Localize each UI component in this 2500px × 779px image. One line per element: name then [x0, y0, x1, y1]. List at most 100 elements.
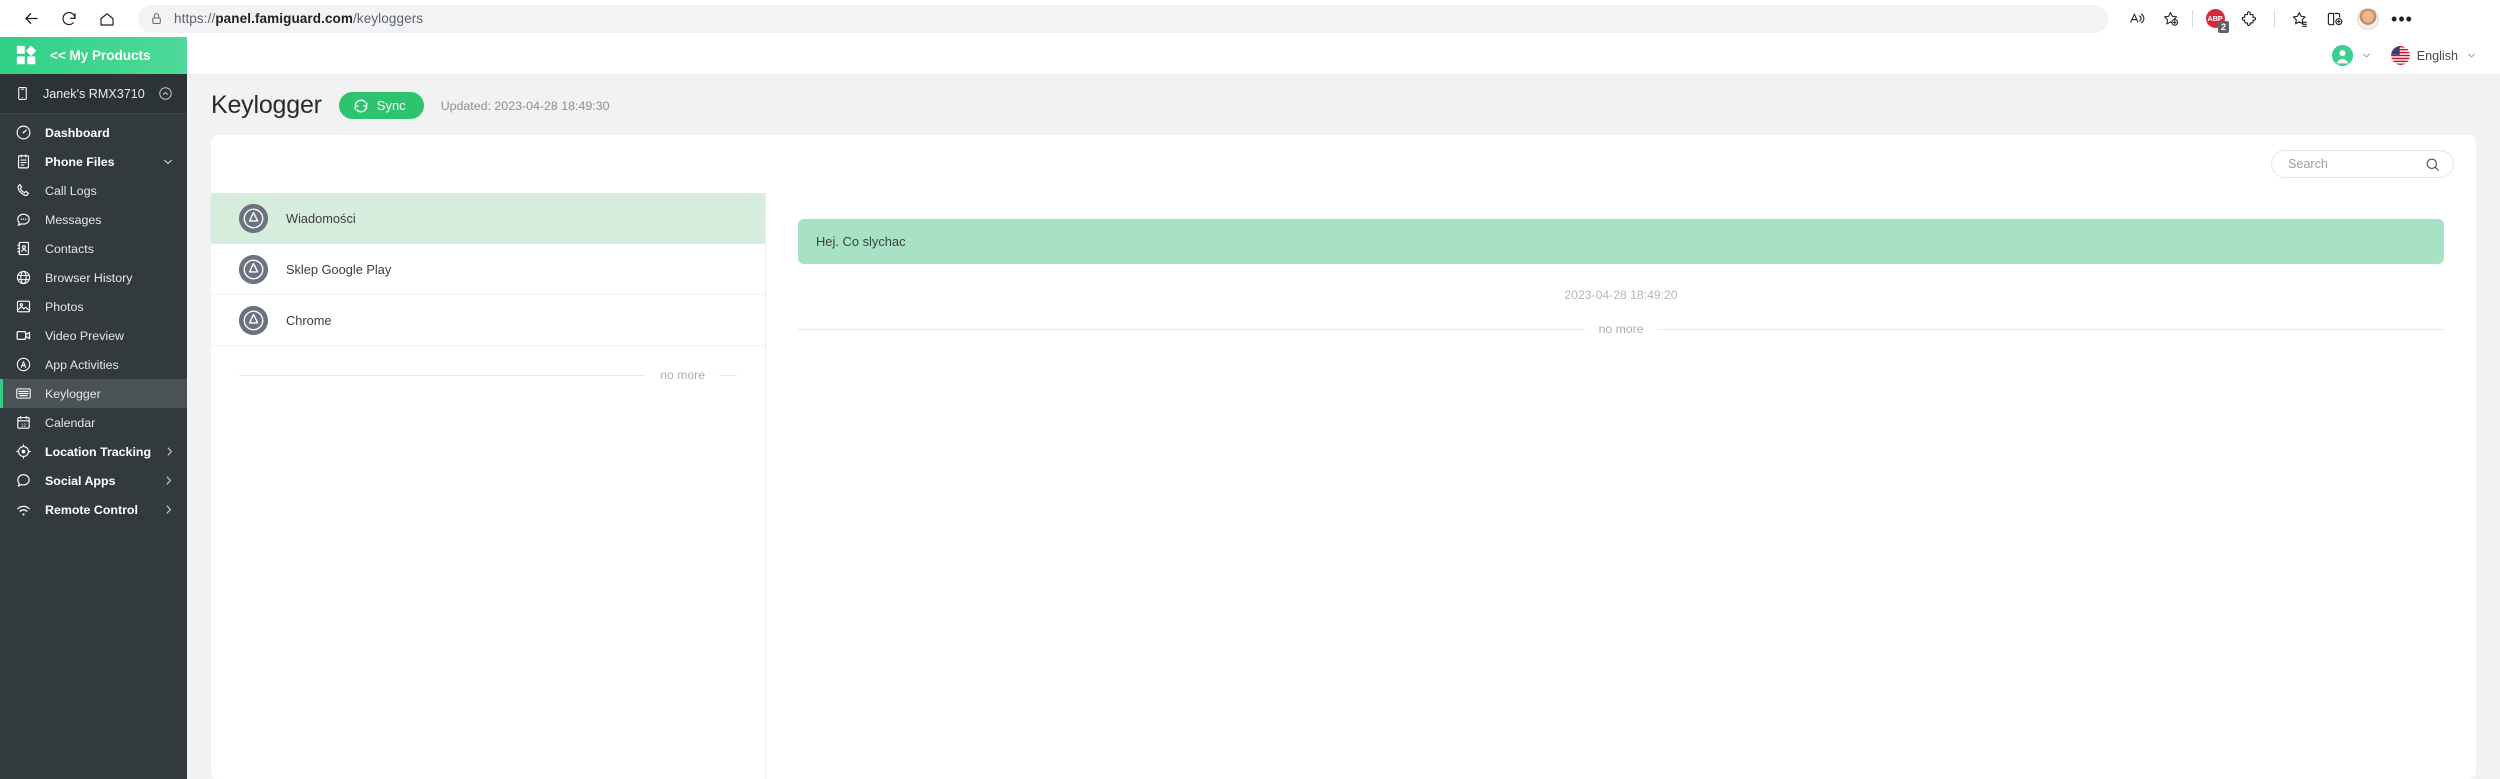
adblock-plus-icon[interactable]: ABP 2 — [2199, 4, 2231, 34]
app-activities-icon — [14, 355, 33, 374]
sidebar-item-browser-history[interactable]: Browser History — [0, 263, 187, 292]
sidebar-item-calendar[interactable]: 12 Calendar — [0, 408, 187, 437]
back-arrow-icon[interactable] — [14, 4, 48, 34]
sidebar-item-label: Calendar — [45, 415, 96, 430]
sidebar-item-label: Photos — [45, 299, 84, 314]
sidebar-item-location-tracking[interactable]: Location Tracking — [0, 437, 187, 466]
message-timestamp: 2023-04-28 18:49:20 — [1564, 288, 1678, 302]
search-box[interactable] — [2271, 150, 2454, 178]
sidebar-item-phone-files[interactable]: Phone Files — [0, 147, 187, 176]
app-list-item-label: Sklep Google Play — [286, 261, 392, 277]
app-list-item[interactable]: Chrome — [211, 295, 765, 346]
message-bubble[interactable]: Hej. Co slychac — [798, 219, 2444, 264]
card-header — [211, 135, 2476, 193]
sidebar-item-label: Browser History — [45, 270, 133, 285]
app-list: Wiadomości Sklep Google Play Chrome no m… — [211, 193, 766, 779]
page-header: Keylogger Sync Updated: 2023-04-28 18:49… — [187, 74, 2500, 135]
sidebar-item-label: Contacts — [45, 241, 94, 256]
us-flag-icon — [2390, 46, 2410, 65]
sidebar-item-label: Video Preview — [45, 328, 124, 343]
read-aloud-icon[interactable] — [2120, 4, 2152, 34]
url-text: https://panel.famiguard.com/keyloggers — [174, 11, 424, 26]
sidebar-item-contacts[interactable]: Contacts — [0, 234, 187, 263]
extensions-puzzle-icon[interactable] — [2233, 4, 2265, 34]
brand-header[interactable]: << My Products — [0, 37, 187, 74]
sidebar-item-social-apps[interactable]: Social Apps — [0, 466, 187, 495]
chevron-right-icon[interactable] — [163, 445, 176, 458]
chevron-down-icon[interactable] — [2360, 49, 2373, 62]
location-target-icon — [14, 442, 33, 461]
app-store-icon — [239, 305, 268, 335]
no-more-label: no more — [1598, 322, 1644, 336]
account-menu[interactable] — [2331, 45, 2373, 66]
chevron-up-circle-icon[interactable] — [158, 86, 173, 101]
phone-call-icon — [14, 181, 33, 200]
sidebar-item-label: Phone Files — [45, 154, 115, 169]
device-name: Janek's RMX3710 — [43, 86, 145, 101]
reload-icon[interactable] — [52, 4, 86, 34]
sidebar-item-dashboard[interactable]: Dashboard — [0, 118, 187, 147]
device-selector[interactable]: Janek's RMX3710 — [0, 74, 187, 114]
photo-icon — [14, 297, 33, 316]
main-content: English Keylogger Sync Updated: 2023-04-… — [187, 37, 2500, 779]
user-avatar-icon — [2331, 45, 2353, 66]
messages-bubble-icon — [14, 210, 33, 229]
sidebar-item-call-logs[interactable]: Call Logs — [0, 176, 187, 205]
app-list-no-more: no more — [211, 368, 765, 382]
sidebar-menu: Dashboard Phone Files Call Logs Messages… — [0, 114, 187, 779]
address-bar[interactable]: https://panel.famiguard.com/keyloggers — [138, 4, 2108, 33]
sidebar-item-video-preview[interactable]: Video Preview — [0, 321, 187, 350]
chevron-down-icon[interactable] — [2465, 49, 2478, 62]
sync-button[interactable]: Sync — [338, 92, 424, 119]
sidebar-item-photos[interactable]: Photos — [0, 292, 187, 321]
chevron-right-icon[interactable] — [162, 474, 175, 487]
phone-icon — [14, 85, 31, 102]
card-body: Wiadomości Sklep Google Play Chrome no m… — [211, 193, 2476, 779]
app-list-item[interactable]: Wiadomości — [211, 193, 765, 244]
sidebar-item-label: Messages — [45, 212, 102, 227]
dashboard-gauge-icon — [14, 123, 33, 142]
more-options-icon[interactable]: ••• — [2386, 4, 2418, 34]
home-icon[interactable] — [90, 4, 124, 34]
sidebar-item-label: Location Tracking — [45, 444, 152, 459]
message-text: Hej. Co slychac — [816, 234, 906, 249]
top-bar: English — [187, 37, 2500, 74]
avatar — [2357, 7, 2379, 30]
famiguard-logo-icon — [16, 45, 37, 66]
sync-refresh-icon — [353, 98, 369, 114]
collections-icon[interactable] — [2284, 4, 2316, 34]
keyboard-icon — [14, 384, 33, 403]
divider-line-right — [719, 374, 737, 376]
sidebar-item-label: Keylogger — [45, 386, 101, 401]
split-screen-icon[interactable] — [2318, 4, 2350, 34]
sidebar-item-app-activities[interactable]: App Activities — [0, 350, 187, 379]
thread-no-more: no more — [798, 322, 2444, 336]
calendar-icon: 12 — [14, 413, 33, 432]
sidebar-item-label: Dashboard — [45, 125, 110, 140]
language-selector[interactable]: English — [2390, 46, 2478, 65]
sidebar-item-label: App Activities — [45, 357, 119, 372]
app-list-item[interactable]: Sklep Google Play — [211, 244, 765, 295]
add-favorite-icon[interactable] — [2154, 4, 2186, 34]
language-label: English — [2416, 48, 2458, 63]
search-icon[interactable] — [2424, 156, 2441, 173]
brand-label: << My Products — [50, 48, 151, 63]
sidebar-item-remote-control[interactable]: Remote Control — [0, 495, 187, 524]
browser-profile-avatar[interactable] — [2352, 4, 2384, 34]
message-thread: Hej. Co slychac 2023-04-28 18:49:20 no m… — [766, 193, 2476, 779]
divider-line-left — [798, 328, 1585, 330]
sidebar-item-keylogger[interactable]: Keylogger — [0, 379, 187, 408]
app-list-item-label: Chrome — [286, 312, 332, 328]
chevron-right-icon[interactable] — [162, 503, 175, 516]
app-list-item-label: Wiadomości — [286, 210, 356, 226]
chevron-down-icon[interactable] — [161, 155, 175, 169]
app-root: << My Products Janek's RMX3710 Dashboard — [0, 37, 2500, 779]
search-input[interactable] — [2288, 157, 2416, 171]
toolbar-divider-2 — [2274, 9, 2275, 28]
remote-control-icon — [14, 500, 33, 519]
no-more-label: no more — [660, 368, 705, 382]
browser-tool-icons: ABP 2 ••• — [2120, 4, 2418, 34]
lock-icon — [150, 12, 163, 25]
app-store-icon — [239, 254, 268, 284]
sidebar-item-messages[interactable]: Messages — [0, 205, 187, 234]
